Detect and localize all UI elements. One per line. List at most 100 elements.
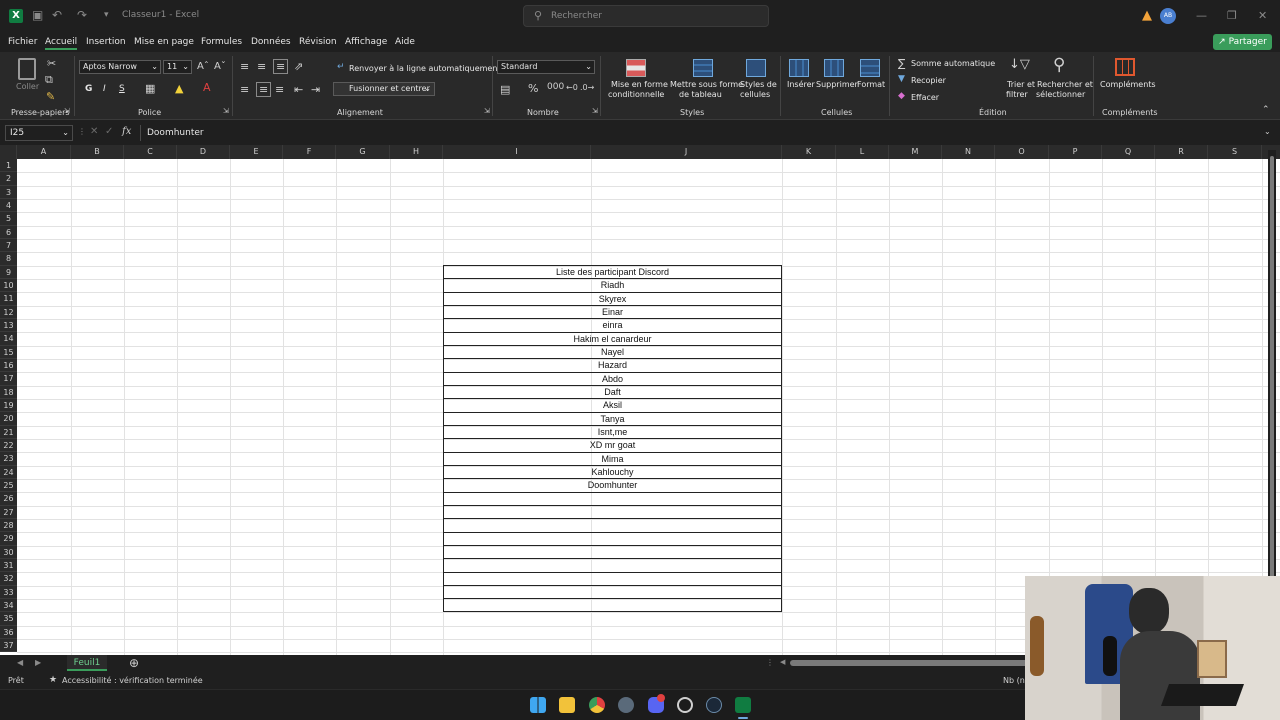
sort-filter-label-1[interactable]: Trier et (1007, 80, 1035, 89)
format-cells-icon[interactable] (860, 59, 880, 77)
minimize-icon[interactable]: — (1196, 9, 1207, 22)
settings-icon[interactable] (618, 697, 634, 713)
cell-styles-icon[interactable] (746, 59, 766, 77)
find-select-icon[interactable]: ⚲ (1053, 55, 1065, 75)
row-header[interactable]: 32 (0, 572, 17, 586)
align-right-icon[interactable]: ≡ (275, 83, 284, 96)
participant-cell[interactable]: Aksil (443, 398, 782, 412)
copy-icon[interactable]: ⧉ (45, 73, 53, 87)
column-header[interactable]: B (71, 145, 124, 159)
row-header[interactable]: 9 (0, 266, 17, 279)
search-input[interactable]: ⚲ Rechercher (523, 5, 769, 27)
tab-mise-en-page[interactable]: Mise en page (134, 37, 194, 47)
row-header[interactable]: 10 (0, 279, 17, 293)
participant-cell[interactable]: Isnt,me (443, 424, 782, 439)
scroll-thumb[interactable] (1270, 156, 1274, 646)
warning-icon[interactable]: ▲ (1142, 8, 1152, 23)
participant-cell[interactable]: Nayel (443, 344, 782, 359)
conditional-formatting-label-1[interactable]: Mise en forme (611, 80, 668, 89)
add-ins-label[interactable]: Compléments (1100, 80, 1156, 89)
chrome-icon[interactable] (589, 697, 605, 713)
app-icon[interactable] (677, 697, 693, 713)
row-header[interactable]: 6 (0, 226, 17, 239)
clear-button[interactable]: Effacer (911, 93, 939, 102)
participant-cell[interactable] (443, 598, 782, 612)
windows-start-icon[interactable] (530, 697, 546, 713)
delete-cells-icon[interactable] (824, 59, 844, 77)
column-header[interactable]: G (336, 145, 390, 159)
align-top-icon[interactable]: ≡ (240, 60, 249, 73)
clear-icon[interactable]: ◆ (898, 91, 905, 101)
redo-icon[interactable]: ↷ (77, 8, 87, 22)
font-color-icon[interactable]: A (203, 81, 211, 94)
decrease-indent-icon[interactable]: ⇤ (294, 83, 303, 96)
participant-cell[interactable] (443, 544, 782, 559)
find-select-label-1[interactable]: Rechercher et (1037, 80, 1093, 89)
accessibility-icon[interactable]: ★ (49, 675, 57, 685)
font-launcher-icon[interactable]: ⇲ (223, 107, 229, 115)
delete-label[interactable]: Supprimer (816, 80, 858, 89)
participant-cell[interactable]: Tanya (443, 411, 782, 425)
column-header[interactable]: S (1208, 145, 1262, 159)
horizontal-scrollbar[interactable] (790, 660, 1040, 666)
row-header[interactable]: 14 (0, 332, 17, 346)
steam-icon[interactable] (706, 697, 722, 713)
enter-icon[interactable]: ✓ (105, 126, 113, 137)
column-header[interactable]: L (836, 145, 889, 159)
row-header[interactable]: 16 (0, 359, 17, 373)
row-header[interactable]: 21 (0, 426, 17, 439)
conditional-formatting-label-2[interactable]: conditionnelle (608, 90, 664, 99)
column-header[interactable]: P (1049, 145, 1102, 159)
fill-color-icon[interactable]: ▲ (175, 82, 183, 95)
row-header[interactable]: 23 (0, 452, 17, 466)
participant-cell[interactable] (443, 518, 782, 532)
participant-cell[interactable]: Daft (443, 384, 782, 399)
close-icon[interactable]: ✕ (1258, 9, 1267, 22)
cell-styles-label-1[interactable]: Styles de (740, 80, 777, 89)
number-launcher-icon[interactable]: ⇲ (592, 107, 598, 115)
excel-taskbar-icon[interactable] (735, 697, 751, 713)
align-bottom-icon[interactable]: ≡ (273, 59, 289, 74)
column-header[interactable]: J (591, 145, 782, 159)
decrease-font-icon[interactable]: Aˇ (214, 61, 226, 72)
format-as-table-label-1[interactable]: Mettre sous forme (670, 80, 743, 89)
row-header[interactable]: 12 (0, 306, 17, 319)
clipboard-launcher-icon[interactable]: ⇲ (64, 107, 70, 115)
participant-cell[interactable]: Mima (443, 451, 782, 465)
column-header[interactable]: F (283, 145, 336, 159)
align-center-icon[interactable]: ≡ (256, 82, 272, 97)
insert-label[interactable]: Insérer (787, 80, 815, 89)
expand-formula-icon[interactable]: ⌄ (1264, 127, 1271, 136)
row-header[interactable]: 4 (0, 199, 17, 213)
wrap-text-button[interactable]: Renvoyer à la ligne automatiquement (349, 64, 501, 73)
row-header[interactable]: 20 (0, 412, 17, 426)
formula-input[interactable]: Doomhunter (140, 125, 1274, 141)
row-header[interactable]: 25 (0, 479, 17, 493)
column-header[interactable]: I (443, 145, 591, 159)
table-header-cell[interactable]: Liste des participant Discord (443, 265, 782, 279)
column-header[interactable]: H (390, 145, 443, 159)
increase-decimal-icon[interactable]: ←0 (566, 83, 578, 92)
accessibility-status[interactable]: Accessibilité : vérification terminée (62, 676, 203, 685)
participant-cell[interactable] (443, 558, 782, 572)
tab-aide[interactable]: Aide (395, 37, 415, 47)
scroll-left-icon[interactable]: ◀ (780, 658, 785, 666)
row-header[interactable]: 1 (0, 159, 17, 173)
file-explorer-icon[interactable] (559, 697, 575, 713)
column-header[interactable]: N (942, 145, 995, 159)
orientation-icon[interactable]: ⇗ (294, 60, 303, 73)
row-header[interactable]: 2 (0, 172, 17, 186)
participant-cell[interactable]: XD mr goat (443, 438, 782, 452)
row-header[interactable]: 17 (0, 372, 17, 386)
row-header[interactable]: 28 (0, 519, 17, 533)
row-header[interactable]: 22 (0, 439, 17, 453)
column-header[interactable]: M (889, 145, 942, 159)
row-header[interactable]: 27 (0, 506, 17, 519)
row-header[interactable]: 26 (0, 492, 17, 506)
percent-icon[interactable]: % (528, 82, 538, 95)
cell-styles-label-2[interactable]: cellules (740, 90, 770, 99)
borders-icon[interactable]: ▦ (145, 82, 155, 95)
number-format-select[interactable]: Standard ⌄ (497, 60, 595, 74)
column-header[interactable]: D (177, 145, 230, 159)
underline-button[interactable]: S (119, 84, 125, 94)
